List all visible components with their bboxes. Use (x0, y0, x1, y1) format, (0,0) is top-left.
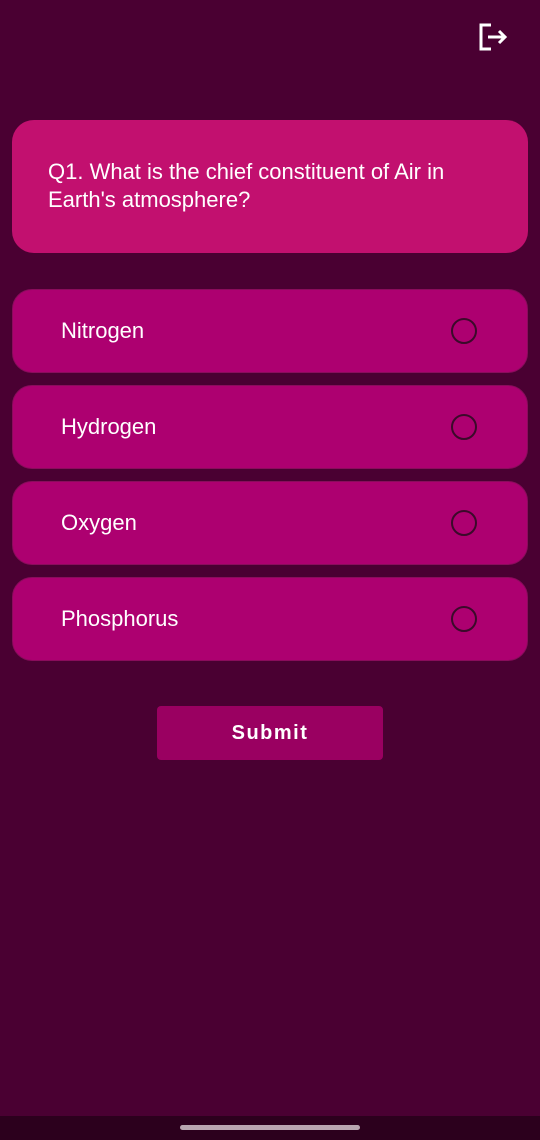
radio-button[interactable] (451, 414, 477, 440)
option-label: Phosphorus (61, 606, 179, 631)
option-label: Hydrogen (61, 414, 157, 439)
option-phosphorus[interactable]: Phosphorus (12, 577, 528, 661)
radio-button[interactable] (451, 318, 477, 344)
submit-button[interactable]: Submit (157, 706, 383, 760)
home-gesture-handle[interactable] (180, 1125, 360, 1130)
question-card: Q1. What is the chief constituent of Air… (12, 120, 528, 253)
logout-icon (479, 23, 508, 51)
logout-button[interactable] (476, 20, 510, 54)
radio-button[interactable] (451, 606, 477, 632)
option-hydrogen[interactable]: Hydrogen (12, 385, 528, 469)
radio-button[interactable] (451, 510, 477, 536)
option-oxygen[interactable]: Oxygen (12, 481, 528, 565)
option-nitrogen[interactable]: Nitrogen (12, 289, 528, 373)
question-text: Q1. What is the chief constituent of Air… (48, 159, 445, 212)
option-label: Nitrogen (61, 318, 145, 343)
system-navigation-bar (0, 1116, 540, 1140)
option-label: Oxygen (61, 510, 137, 535)
